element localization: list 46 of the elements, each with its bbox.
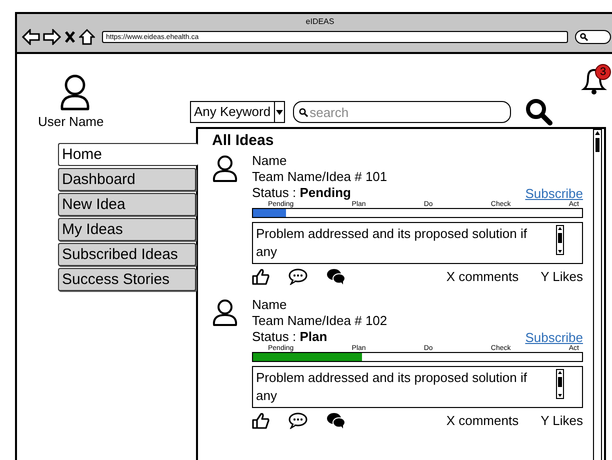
user-avatar-icon: [59, 74, 91, 112]
close-icon[interactable]: [64, 30, 76, 44]
scrollbar-icon: [556, 369, 564, 399]
home-icon[interactable]: [79, 29, 95, 45]
likes-count[interactable]: Y Likes: [540, 269, 583, 284]
forward-icon[interactable]: [43, 29, 61, 45]
comment-icon[interactable]: [288, 268, 308, 285]
thumbs-up-icon[interactable]: [252, 412, 270, 429]
nav-tab[interactable]: My Ideas: [58, 218, 196, 241]
subscribe-link[interactable]: Subscribe: [525, 330, 583, 345]
author-name: Name: [252, 297, 287, 313]
search-field[interactable]: search: [292, 101, 511, 123]
search-icon: [298, 108, 308, 117]
nav-tab[interactable]: Subscribed Ideas: [58, 243, 196, 266]
nav-tab[interactable]: New Idea: [58, 193, 196, 216]
search-icon[interactable]: [524, 98, 553, 126]
thumbs-up-icon[interactable]: [252, 268, 270, 285]
status-text: Status : Plan: [252, 329, 328, 344]
scrollbar-icon: [556, 225, 564, 255]
user-avatar-icon: [212, 155, 238, 183]
keyword-dropdown[interactable]: Any Keyword: [190, 101, 285, 123]
notification-badge: 3: [595, 64, 611, 80]
chat-bubbles-icon[interactable]: [326, 412, 346, 429]
nav-tab[interactable]: Home: [58, 143, 198, 166]
subscribe-link[interactable]: Subscribe: [525, 186, 583, 201]
back-icon[interactable]: [22, 29, 40, 45]
idea-title: Team Name/Idea # 102: [252, 313, 388, 329]
author-name: Name: [252, 153, 287, 169]
description-text: Problem addressed and its proposed solution if any: [256, 369, 528, 405]
user-avatar-icon: [212, 299, 238, 327]
nav-tab[interactable]: Dashboard: [58, 168, 196, 191]
chat-bubbles-icon[interactable]: [326, 268, 346, 285]
comment-icon[interactable]: [288, 412, 308, 429]
window-title: eIDEAS: [304, 17, 336, 26]
user-name: User Name: [38, 114, 104, 129]
description-text: Problem addressed and its proposed solution if any: [256, 225, 528, 261]
status-text: Status : Pending: [252, 185, 351, 200]
panel-title: All Ideas: [212, 132, 274, 149]
browser-search-field[interactable]: [575, 30, 611, 44]
comments-count[interactable]: X comments: [446, 413, 519, 428]
idea-title: Team Name/Idea # 101: [252, 169, 388, 185]
search-icon: [580, 33, 588, 41]
nav-tab[interactable]: Success Stories: [58, 268, 196, 291]
caret-icon: [276, 110, 283, 114]
comments-count[interactable]: X comments: [446, 269, 519, 284]
likes-count[interactable]: Y Likes: [540, 413, 583, 428]
